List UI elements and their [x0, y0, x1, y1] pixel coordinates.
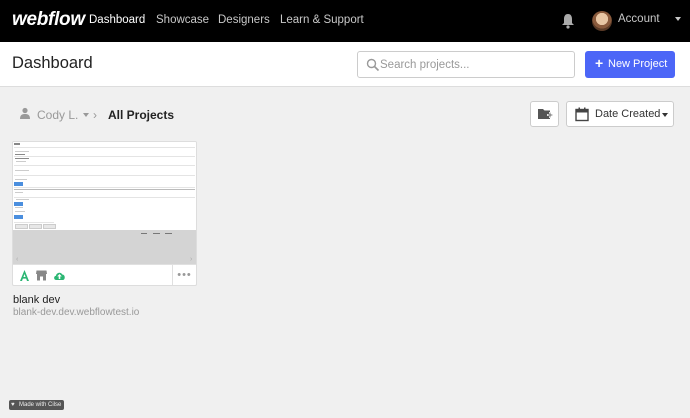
nav-learn-support[interactable]: Learn & Support [280, 14, 364, 26]
made-with-label: Made with Cilse [19, 402, 62, 408]
folder-add-icon [538, 109, 553, 119]
webflow-logo[interactable]: webflow [12, 9, 85, 31]
page-title: Dashboard [12, 54, 93, 72]
project-name[interactable]: blank dev [13, 294, 60, 306]
sort-selected-label: Date Created [595, 108, 661, 120]
publish-icon[interactable] [53, 269, 66, 282]
plus-icon: + [595, 55, 604, 71]
avatar[interactable] [592, 11, 612, 31]
search-box[interactable] [357, 51, 575, 78]
search-icon [366, 58, 380, 72]
chevron-right-icon: › [93, 108, 97, 122]
new-folder-button[interactable] [530, 101, 559, 127]
nav-designers[interactable]: Designers [218, 14, 270, 26]
chevron-down-icon [662, 113, 668, 117]
bell-icon[interactable] [561, 13, 575, 29]
breadcrumb-user[interactable]: Cody L. [37, 108, 78, 122]
designer-icon[interactable] [18, 269, 31, 282]
new-project-label: New Project [608, 58, 668, 70]
top-nav: webflow Dashboard Showcase Designers Lea… [0, 0, 690, 42]
page-header: Dashboard + New Project [0, 42, 690, 87]
new-project-button[interactable]: + New Project [585, 51, 675, 78]
made-with-badge[interactable]: ♥ Made with Cilse [9, 400, 65, 410]
more-options-icon[interactable]: ••• [172, 265, 196, 285]
nav-dashboard[interactable]: Dashboard [89, 14, 145, 26]
editor-icon[interactable] [35, 269, 48, 282]
account-menu[interactable]: Account [618, 13, 660, 25]
heart-icon: ♥ [11, 402, 15, 408]
project-card[interactable]: ‹ › ••• [12, 141, 197, 286]
sort-dropdown[interactable]: Date Created [566, 101, 674, 127]
user-icon [20, 107, 30, 119]
project-url[interactable]: blank-dev.dev.webflowtest.io [13, 307, 139, 318]
project-card-footer: ••• [13, 264, 196, 285]
chevron-down-icon[interactable] [83, 113, 89, 117]
search-input[interactable] [380, 53, 570, 76]
project-thumbnail[interactable]: ‹ › [13, 142, 196, 264]
calendar-icon [575, 107, 589, 122]
nav-showcase[interactable]: Showcase [156, 14, 209, 26]
chevron-down-icon [675, 17, 681, 21]
breadcrumb-current: All Projects [108, 108, 175, 122]
